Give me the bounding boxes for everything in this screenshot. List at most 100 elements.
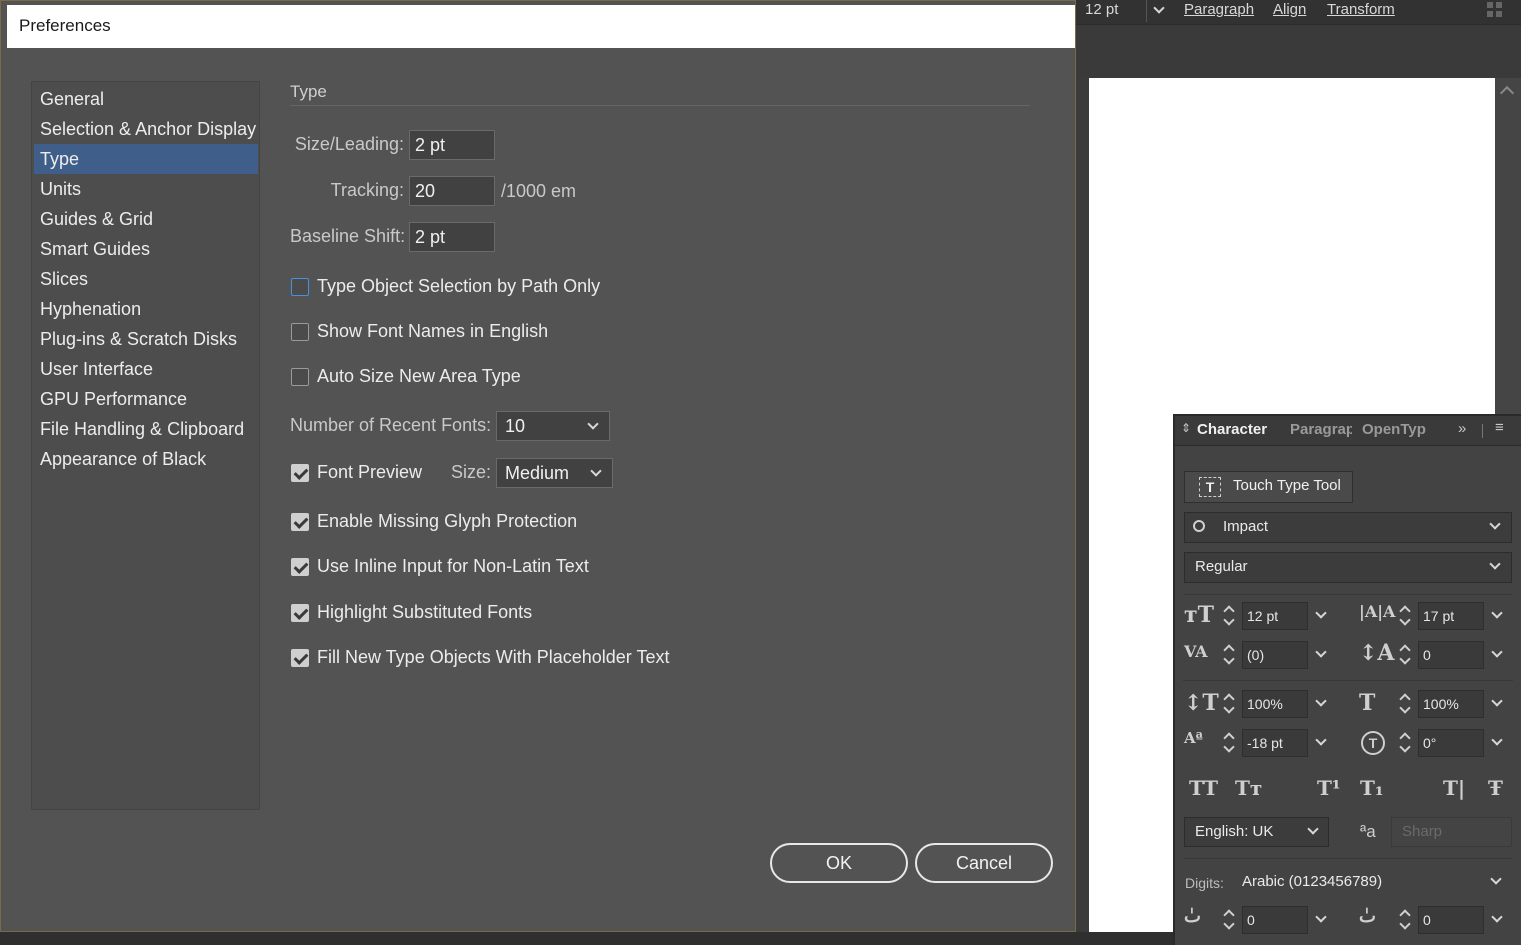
category-guides-grid[interactable]: Guides & Grid (34, 204, 258, 234)
all-caps-icon[interactable]: TT (1189, 776, 1218, 800)
chevron-down-icon[interactable] (1491, 646, 1503, 658)
tracking-input[interactable]: 20 (409, 176, 495, 206)
category-appearance-of-black[interactable]: Appearance of Black (34, 444, 258, 474)
missing-glyph-protection-checkbox[interactable] (291, 513, 309, 531)
cancel-button[interactable]: Cancel (915, 843, 1053, 883)
show-font-names-english-label[interactable]: Show Font Names in English (317, 321, 548, 342)
ok-button[interactable]: OK (770, 843, 908, 883)
tracking-field[interactable]: 0 (1418, 641, 1484, 669)
paragraph-link[interactable]: Paragraph (1184, 0, 1254, 20)
tab-opentype[interactable]: OpenTyp (1362, 421, 1426, 438)
vertical-scale-field[interactable]: 100% (1242, 690, 1308, 718)
font-size-field[interactable]: 12 pt (1242, 602, 1308, 630)
inline-input-checkbox[interactable] (291, 558, 309, 576)
missing-glyph-protection-label[interactable]: Enable Missing Glyph Protection (317, 511, 577, 532)
chevron-down-icon[interactable] (1315, 911, 1327, 923)
bottom-right-field[interactable]: 0 (1418, 906, 1484, 934)
font-family-dropdown[interactable]: Impact (1184, 512, 1512, 543)
fill-placeholder-text-label[interactable]: Fill New Type Objects With Placeholder T… (317, 647, 669, 668)
category-selection-anchor-display[interactable]: Selection & Anchor Display (34, 114, 258, 144)
strikethrough-icon[interactable]: Ŧ (1488, 776, 1503, 800)
category-hyphenation[interactable]: Hyphenation (34, 294, 258, 324)
superscript-icon[interactable]: T¹ (1317, 776, 1341, 800)
font-size-stepper[interactable] (1220, 602, 1238, 630)
leading-stepper[interactable] (1396, 602, 1414, 630)
underline-icon[interactable]: T| (1443, 776, 1465, 800)
language-dropdown[interactable]: English: UK (1184, 817, 1329, 847)
font-preview-label[interactable]: Font Preview (317, 462, 422, 483)
category-slices[interactable]: Slices (34, 264, 258, 294)
chevron-down-icon[interactable] (1491, 911, 1503, 923)
expand-panel-icon[interactable]: » (1458, 420, 1466, 437)
chevron-down-icon[interactable] (1491, 695, 1503, 707)
recent-fonts-select[interactable]: 10 (496, 411, 610, 441)
antialias-dropdown: Sharp (1391, 817, 1512, 847)
preview-size-select[interactable]: Medium (496, 458, 613, 488)
auto-size-area-type-checkbox[interactable] (291, 368, 309, 386)
tracking-stepper[interactable] (1396, 641, 1414, 669)
subscript-icon[interactable]: T₁ (1360, 776, 1384, 800)
antialias-icon: ªa (1360, 822, 1376, 841)
type-object-selection-checkbox[interactable] (291, 278, 309, 296)
category-general[interactable]: General (34, 84, 258, 114)
chevron-down-icon[interactable] (1491, 607, 1503, 619)
kerning-stepper[interactable] (1220, 641, 1238, 669)
font-preview-checkbox[interactable] (291, 464, 309, 482)
show-font-names-english-checkbox[interactable] (291, 323, 309, 341)
dialog-titlebar[interactable]: Preferences (7, 5, 1075, 48)
chevron-down-icon[interactable] (1315, 607, 1327, 619)
transform-link[interactable]: Transform (1327, 0, 1395, 20)
tab-paragraph[interactable]: Paragrap (1290, 421, 1352, 438)
category-user-interface[interactable]: User Interface (34, 354, 258, 384)
highlight-substituted-fonts-checkbox[interactable] (291, 604, 309, 622)
dialog-title: Preferences (19, 16, 111, 35)
auto-size-area-type-label[interactable]: Auto Size New Area Type (317, 366, 521, 387)
category-gpu-performance[interactable]: GPU Performance (34, 384, 258, 414)
size-leading-input[interactable]: 2 pt (409, 130, 495, 160)
type-object-selection-label[interactable]: Type Object Selection by Path Only (317, 276, 600, 297)
baseline-shift-input[interactable]: 2 pt (409, 222, 495, 252)
vertical-scale-icon: ↕T (1184, 690, 1219, 716)
category-units[interactable]: Units (34, 174, 258, 204)
small-caps-icon[interactable]: Tт (1235, 776, 1262, 800)
bottom-left-field[interactable]: 0 (1242, 906, 1308, 934)
baseline-shift-field[interactable]: -18 pt (1242, 729, 1308, 757)
touch-type-tool-button[interactable]: T Touch Type Tool (1184, 471, 1353, 503)
rotation-stepper[interactable] (1396, 729, 1414, 757)
kerning-field[interactable]: (0) (1242, 641, 1308, 669)
scroll-up-icon[interactable] (1499, 85, 1515, 101)
status-bar (0, 932, 1175, 945)
search-icon (1193, 520, 1205, 532)
vertical-scale-stepper[interactable] (1220, 690, 1238, 718)
chevron-down-icon[interactable] (1491, 734, 1503, 746)
horizontal-scale-field[interactable]: 100% (1418, 690, 1484, 718)
highlight-substituted-fonts-label[interactable]: Highlight Substituted Fonts (317, 602, 532, 623)
collapse-icon[interactable]: ⇕ (1181, 421, 1191, 435)
vertical-scrollbar[interactable] (1495, 78, 1521, 415)
category-plugins-scratch-disks[interactable]: Plug-ins & Scratch Disks (34, 324, 258, 354)
font-size-value[interactable]: 12 pt (1085, 0, 1118, 20)
chevron-down-icon[interactable] (1315, 646, 1327, 658)
digits-value: Arabic (0123456789) (1242, 873, 1383, 890)
font-size-dropdown[interactable] (1146, 0, 1172, 22)
leading-field[interactable]: 17 pt (1418, 602, 1484, 630)
font-style-dropdown[interactable]: Regular (1184, 552, 1512, 583)
grid-icon[interactable] (1487, 2, 1503, 18)
align-link[interactable]: Align (1273, 0, 1306, 20)
tab-character[interactable]: Character (1197, 421, 1267, 438)
chevron-down-icon[interactable] (1315, 734, 1327, 746)
bottom-right-stepper[interactable] (1396, 906, 1414, 934)
chevron-down-icon[interactable] (1315, 695, 1327, 707)
baseline-shift-stepper[interactable] (1220, 729, 1238, 757)
horizontal-scale-stepper[interactable] (1396, 690, 1414, 718)
digits-dropdown[interactable]: Arabic (0123456789) (1234, 868, 1512, 898)
bottom-left-stepper[interactable] (1220, 906, 1238, 934)
inline-input-label[interactable]: Use Inline Input for Non-Latin Text (317, 556, 589, 577)
fill-placeholder-text-checkbox[interactable] (291, 649, 309, 667)
category-file-handling-clipboard[interactable]: File Handling & Clipboard (34, 414, 258, 444)
category-type[interactable]: Type (34, 144, 258, 174)
rotation-field[interactable]: 0° (1418, 729, 1484, 757)
category-smart-guides[interactable]: Smart Guides (34, 234, 258, 264)
preview-size-label: Size: (451, 462, 492, 482)
panel-menu-icon[interactable]: ≡ (1495, 419, 1504, 436)
